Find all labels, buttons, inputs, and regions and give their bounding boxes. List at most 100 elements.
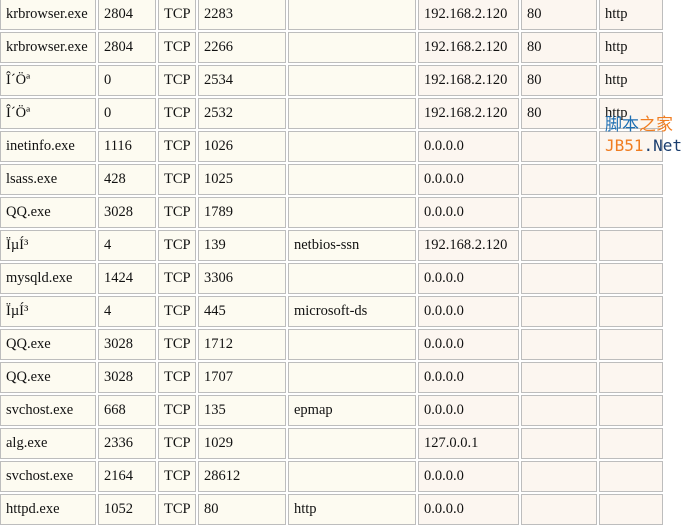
service-name-cell bbox=[288, 329, 416, 360]
remote-service-cell bbox=[599, 230, 663, 261]
remote-service-cell bbox=[599, 494, 663, 525]
protocol-cell: TCP bbox=[158, 461, 196, 492]
protocol-cell: TCP bbox=[158, 428, 196, 459]
local-port-cell: 2283 bbox=[198, 0, 286, 30]
protocol-cell: TCP bbox=[158, 362, 196, 393]
table-row: httpd.exe 1052 TCP 80 http 0.0.0.0 bbox=[0, 494, 663, 525]
process-name-cell: alg.exe bbox=[0, 428, 96, 459]
pid-cell: 2336 bbox=[98, 428, 156, 459]
service-name-cell bbox=[288, 0, 416, 30]
table-row: inetinfo.exe 1116 TCP 1026 0.0.0.0 bbox=[0, 131, 663, 162]
remote-service-cell: http bbox=[599, 65, 663, 96]
table-row: Î´Öª 0 TCP 2532 192.168.2.120 80 http bbox=[0, 98, 663, 129]
local-port-cell: 2534 bbox=[198, 65, 286, 96]
table-row: QQ.exe 3028 TCP 1712 0.0.0.0 bbox=[0, 329, 663, 360]
remote-address-cell: 0.0.0.0 bbox=[418, 131, 519, 162]
process-name-cell: QQ.exe bbox=[0, 197, 96, 228]
local-port-cell: 135 bbox=[198, 395, 286, 426]
local-port-cell: 28612 bbox=[198, 461, 286, 492]
table-row: krbrowser.exe 2804 TCP 2283 192.168.2.120 80 h… bbox=[0, 0, 663, 30]
watermark-logo: 脚本之家 JB51.Net bbox=[605, 115, 683, 156]
protocol-cell: TCP bbox=[158, 164, 196, 195]
table-row: QQ.exe 3028 TCP 1707 0.0.0.0 bbox=[0, 362, 663, 393]
local-port-cell: 445 bbox=[198, 296, 286, 327]
pid-cell: 3028 bbox=[98, 329, 156, 360]
process-name-cell: svchost.exe bbox=[0, 395, 96, 426]
service-name-cell: epmap bbox=[288, 395, 416, 426]
pid-cell: 2804 bbox=[98, 0, 156, 30]
service-name-cell bbox=[288, 32, 416, 63]
remote-service-cell bbox=[599, 164, 663, 195]
service-name-cell bbox=[288, 461, 416, 492]
remote-port-cell bbox=[521, 197, 597, 228]
service-name-cell bbox=[288, 65, 416, 96]
protocol-cell: TCP bbox=[158, 197, 196, 228]
process-name-cell: inetinfo.exe bbox=[0, 131, 96, 162]
protocol-cell: TCP bbox=[158, 494, 196, 525]
protocol-cell: TCP bbox=[158, 296, 196, 327]
remote-port-cell bbox=[521, 395, 597, 426]
table-row: Î´Öª 0 TCP 2534 192.168.2.120 80 http bbox=[0, 65, 663, 96]
protocol-cell: TCP bbox=[158, 131, 196, 162]
local-port-cell: 1029 bbox=[198, 428, 286, 459]
remote-address-cell: 0.0.0.0 bbox=[418, 461, 519, 492]
service-name-cell bbox=[288, 362, 416, 393]
process-name-cell: krbrowser.exe bbox=[0, 0, 96, 30]
protocol-cell: TCP bbox=[158, 230, 196, 261]
pid-cell: 1424 bbox=[98, 263, 156, 294]
remote-service-cell bbox=[599, 428, 663, 459]
remote-port-cell bbox=[521, 428, 597, 459]
service-name-cell: netbios-ssn bbox=[288, 230, 416, 261]
process-name-cell: ÏµÍ³ bbox=[0, 296, 96, 327]
remote-port-cell bbox=[521, 362, 597, 393]
pid-cell: 1052 bbox=[98, 494, 156, 525]
table-row: ÏµÍ³ 4 TCP 445 microsoft-ds 0.0.0.0 bbox=[0, 296, 663, 327]
service-name-cell bbox=[288, 164, 416, 195]
protocol-cell: TCP bbox=[158, 65, 196, 96]
remote-service-cell bbox=[599, 362, 663, 393]
local-port-cell: 1707 bbox=[198, 362, 286, 393]
service-name-cell bbox=[288, 131, 416, 162]
remote-address-cell: 192.168.2.120 bbox=[418, 0, 519, 30]
table-row: lsass.exe 428 TCP 1025 0.0.0.0 bbox=[0, 164, 663, 195]
pid-cell: 4 bbox=[98, 296, 156, 327]
remote-address-cell: 0.0.0.0 bbox=[418, 263, 519, 294]
remote-port-cell: 80 bbox=[521, 32, 597, 63]
remote-port-cell bbox=[521, 230, 597, 261]
pid-cell: 1116 bbox=[98, 131, 156, 162]
remote-address-cell: 127.0.0.1 bbox=[418, 428, 519, 459]
service-name-cell bbox=[288, 263, 416, 294]
local-port-cell: 3306 bbox=[198, 263, 286, 294]
protocol-cell: TCP bbox=[158, 0, 196, 30]
service-name-cell bbox=[288, 98, 416, 129]
remote-port-cell bbox=[521, 329, 597, 360]
protocol-cell: TCP bbox=[158, 329, 196, 360]
remote-service-cell bbox=[599, 461, 663, 492]
local-port-cell: 2266 bbox=[198, 32, 286, 63]
remote-service-cell: http bbox=[599, 0, 663, 30]
remote-service-cell bbox=[599, 197, 663, 228]
remote-address-cell: 192.168.2.120 bbox=[418, 32, 519, 63]
remote-service-cell bbox=[599, 329, 663, 360]
table-row: krbrowser.exe 2804 TCP 2266 192.168.2.120 80 h… bbox=[0, 32, 663, 63]
local-port-cell: 2532 bbox=[198, 98, 286, 129]
local-port-cell: 1026 bbox=[198, 131, 286, 162]
remote-service-cell bbox=[599, 296, 663, 327]
pid-cell: 2164 bbox=[98, 461, 156, 492]
remote-port-cell bbox=[521, 131, 597, 162]
local-port-cell: 1025 bbox=[198, 164, 286, 195]
remote-port-cell: 80 bbox=[521, 0, 597, 30]
table-row: svchost.exe 668 TCP 135 epmap 0.0.0.0 bbox=[0, 395, 663, 426]
process-name-cell: krbrowser.exe bbox=[0, 32, 96, 63]
process-name-cell: QQ.exe bbox=[0, 362, 96, 393]
process-name-cell: httpd.exe bbox=[0, 494, 96, 525]
local-port-cell: 1712 bbox=[198, 329, 286, 360]
pid-cell: 3028 bbox=[98, 197, 156, 228]
table-row: alg.exe 2336 TCP 1029 127.0.0.1 bbox=[0, 428, 663, 459]
pid-cell: 668 bbox=[98, 395, 156, 426]
remote-address-cell: 0.0.0.0 bbox=[418, 362, 519, 393]
remote-port-cell bbox=[521, 494, 597, 525]
local-port-cell: 1789 bbox=[198, 197, 286, 228]
table-row: mysqld.exe 1424 TCP 3306 0.0.0.0 bbox=[0, 263, 663, 294]
remote-address-cell: 192.168.2.120 bbox=[418, 65, 519, 96]
